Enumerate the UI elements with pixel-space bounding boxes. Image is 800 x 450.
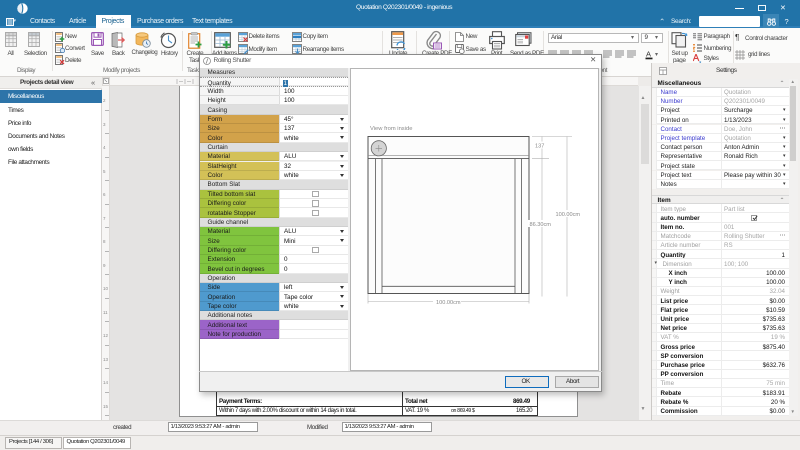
svg-text:View from inside: View from inside: [370, 126, 412, 132]
svg-text:86.30cm: 86.30cm: [530, 222, 552, 228]
svg-text:100.00cm: 100.00cm: [556, 212, 581, 218]
svg-text:A: A: [646, 50, 651, 59]
svg-text:137: 137: [535, 144, 544, 150]
svg-text:100.00cm: 100.00cm: [436, 300, 461, 306]
